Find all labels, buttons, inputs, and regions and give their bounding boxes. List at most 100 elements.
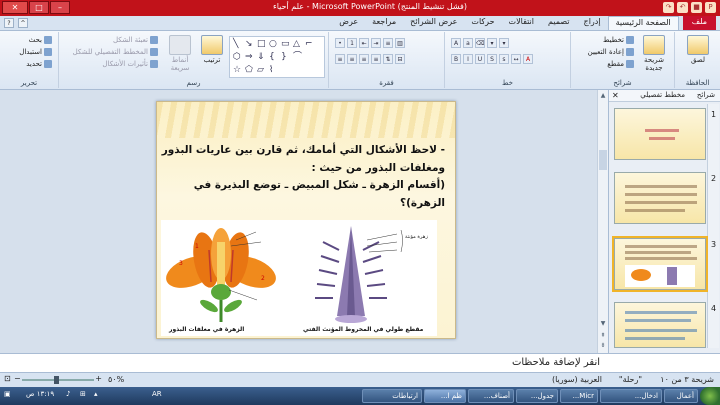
tray-arrow-icon[interactable]: ▴ [94, 390, 98, 398]
tray-clock[interactable]: ١٣:١٩ ص [26, 390, 54, 398]
panel-close-icon[interactable]: ✕ [612, 91, 619, 100]
replace-button[interactable]: استبدال [19, 48, 52, 56]
tab-insert[interactable]: إدراج [577, 16, 608, 30]
help-icon[interactable]: ? [4, 18, 14, 28]
select-button[interactable]: تحديد [26, 60, 52, 68]
status-language[interactable]: العربية (سوريا) [552, 375, 602, 384]
tab-file[interactable]: ملف [682, 16, 716, 30]
lshape-icon[interactable]: ⌐ [305, 39, 313, 49]
shape-fill-button[interactable]: تعبئة الشكل [113, 36, 158, 44]
brace-right-shape-icon[interactable]: } [281, 52, 287, 62]
taskbar-item-3[interactable]: Micr... [560, 389, 598, 403]
tab-home[interactable]: الصفحة الرئيسية [607, 16, 679, 30]
network-icon[interactable]: ⊞ [80, 390, 86, 398]
paste-button[interactable]: لصق [683, 35, 713, 64]
justify-icon[interactable]: ≡ [371, 54, 381, 64]
next-slide-icon[interactable]: ⇟ [599, 342, 607, 350]
font-size-dropdown-icon[interactable]: ▾ [499, 38, 509, 48]
shapes-gallery[interactable]: ╲ ↘ □ ○ ▭ △ ⌐ ⬡ ⇒ ⇓ { } ⌒ ☆ ⬠ ▱ ⌇ [229, 36, 325, 78]
language-indicator[interactable]: AR [152, 390, 162, 398]
font-size-down-icon[interactable]: a [463, 38, 473, 48]
underline-icon[interactable]: U [475, 54, 485, 64]
collapse-ribbon-icon[interactable]: ^ [18, 18, 28, 28]
pentagon-shape-icon[interactable]: ⬠ [245, 65, 253, 75]
section-button[interactable]: مقطع [607, 60, 634, 68]
tab-transitions[interactable]: انتقالات [502, 16, 541, 30]
slide-thumbnail-4[interactable] [614, 302, 706, 348]
reset-button[interactable]: إعادة التعيين [588, 48, 634, 56]
columns-icon[interactable]: ▥ [395, 38, 405, 48]
brace-shape-icon[interactable]: { [269, 52, 275, 62]
increase-indent-icon[interactable]: ⇥ [371, 38, 381, 48]
zoom-slider[interactable]: − + [14, 374, 102, 384]
maximize-icon[interactable]: □ [29, 1, 49, 14]
shape-outline-button[interactable]: المخطط التفصيلي للشكل [73, 48, 158, 56]
slide-thumbnail-2[interactable] [614, 172, 706, 224]
align-left-icon[interactable]: ≡ [335, 54, 345, 64]
tab-slideshow[interactable]: عرض الشرائح [403, 16, 464, 30]
find-button[interactable]: بحث [29, 36, 52, 44]
italic-icon[interactable]: I [463, 54, 473, 64]
notes-pane[interactable]: انقر لإضافة ملاحظات [0, 353, 720, 372]
clear-format-icon[interactable]: ⌫ [475, 38, 485, 48]
align-text-icon[interactable]: ⊟ [395, 54, 405, 64]
prev-slide-icon[interactable]: ⇞ [599, 332, 607, 340]
curve-shape-icon[interactable]: ⌒ [293, 52, 302, 62]
close-icon[interactable]: ✕ [2, 1, 28, 14]
spacing-icon[interactable]: ↔ [511, 54, 521, 64]
oval-shape-icon[interactable]: ○ [269, 39, 277, 49]
tab-view[interactable]: عرض [332, 16, 365, 30]
tab-slides-panel[interactable]: شرائح [697, 91, 715, 99]
hexagon-shape-icon[interactable]: ⬡ [233, 52, 241, 62]
scroll-thumb[interactable] [599, 150, 607, 170]
rounded-rect-shape-icon[interactable]: ▭ [281, 39, 290, 49]
font-name-dropdown-icon[interactable]: ▾ [487, 38, 497, 48]
tab-animations[interactable]: حركات [464, 16, 501, 30]
rectangle-shape-icon[interactable]: □ [257, 39, 266, 49]
align-right-icon[interactable]: ≡ [359, 54, 369, 64]
slide-thumbnail-3[interactable] [612, 236, 708, 292]
down-arrow-shape-icon[interactable]: ⇓ [257, 52, 265, 62]
taskbar-item-7[interactable]: ارتباطات [362, 389, 422, 403]
decrease-indent-icon[interactable]: ⇤ [359, 38, 369, 48]
arrow-shape-icon[interactable]: ↘ [245, 39, 253, 49]
start-button[interactable] [700, 387, 720, 405]
numbering-icon[interactable]: 1 [347, 38, 357, 48]
tab-review[interactable]: مراجعة [365, 16, 403, 30]
taskbar-item-1[interactable]: أعمال [664, 389, 698, 403]
arrange-button[interactable]: ترتيب [197, 35, 227, 64]
align-center-icon[interactable]: ≡ [347, 54, 357, 64]
new-slide-button[interactable]: شريحة جديدة [639, 35, 669, 72]
minimize-icon[interactable]: – [50, 1, 70, 14]
scroll-up-icon[interactable]: ▲ [599, 92, 607, 100]
quick-styles-button[interactable]: أنماط سريعة [165, 35, 195, 72]
shape-effects-button[interactable]: تأثيرات الأشكال [102, 60, 158, 68]
tab-outline-panel[interactable]: مخطط تفصيلي [640, 91, 685, 99]
taskbar-item-5[interactable]: أصناف... [468, 389, 514, 403]
line-shape-icon[interactable]: ╲ [233, 39, 238, 49]
line-spacing-icon[interactable]: ≡ [383, 38, 393, 48]
powerpoint-logo-icon[interactable]: P [705, 2, 716, 13]
shadow-icon[interactable]: s [499, 54, 509, 64]
show-desktop-icon[interactable]: ▣ [4, 390, 11, 398]
font-color-icon[interactable]: A [523, 54, 533, 64]
current-slide[interactable]: - لاحظ الأشكال التي أمامك، ثم قارن بين ع… [156, 101, 456, 339]
tab-design[interactable]: تصميم [541, 16, 577, 30]
star-shape-icon[interactable]: ☆ [233, 65, 241, 75]
text-direction-icon[interactable]: ⇅ [383, 54, 393, 64]
taskbar-item-4[interactable]: جدول... [516, 389, 558, 403]
taskbar-item-6[interactable]: ظم ا... [424, 389, 466, 403]
volume-icon[interactable]: ♪ [66, 390, 70, 398]
right-arrow-shape-icon[interactable]: ⇒ [245, 52, 253, 62]
zoom-in-icon[interactable]: + [95, 374, 102, 383]
vertical-scrollbar[interactable]: ▲ ▼ ⇞ ⇟ [597, 90, 608, 353]
layout-button[interactable]: تخطيط [603, 36, 634, 44]
fit-slide-icon[interactable]: ⊡ [4, 374, 11, 383]
font-size-up-icon[interactable]: A [451, 38, 461, 48]
bullets-icon[interactable]: • [335, 38, 345, 48]
triangle-shape-icon[interactable]: △ [293, 39, 300, 49]
freeform-shape-icon[interactable]: ⌇ [269, 65, 273, 75]
undo-icon[interactable]: ↶ [677, 2, 688, 13]
scroll-down-icon[interactable]: ▼ [599, 320, 607, 328]
slide-thumbnail-1[interactable] [614, 108, 706, 160]
